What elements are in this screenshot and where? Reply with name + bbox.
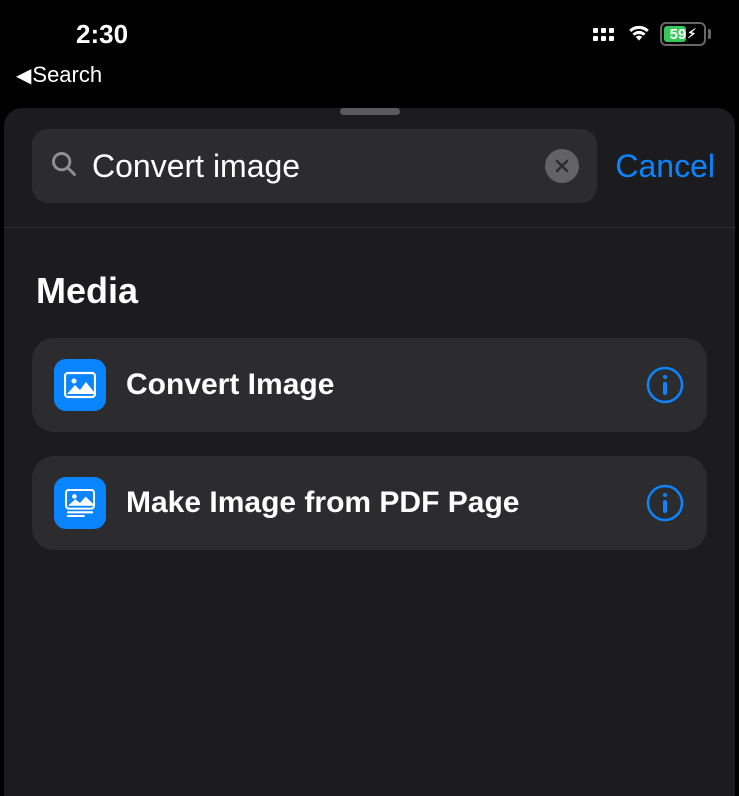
- back-navigation[interactable]: ◀︎ Search: [16, 62, 723, 88]
- charging-icon: ⚡︎: [687, 26, 696, 42]
- section-title-media: Media: [32, 270, 707, 312]
- action-label: Convert Image: [126, 368, 625, 402]
- photo-pdf-icon: [54, 477, 106, 529]
- status-time: 2:30: [28, 19, 128, 50]
- photo-icon: [54, 359, 106, 411]
- action-list: Convert Image: [32, 338, 707, 550]
- status-right: 59 ⚡︎: [593, 22, 711, 47]
- cancel-button[interactable]: Cancel: [615, 148, 715, 185]
- action-label: Make Image from PDF Page: [126, 486, 625, 520]
- clear-search-button[interactable]: [545, 149, 579, 183]
- search-icon: [50, 150, 78, 183]
- search-row: Cancel: [4, 129, 735, 228]
- battery-icon: 59 ⚡︎: [660, 22, 711, 46]
- wifi-icon: [626, 22, 652, 47]
- status-indicator-icon: [593, 28, 614, 41]
- info-button[interactable]: [645, 483, 685, 523]
- back-label: Search: [32, 62, 102, 88]
- action-convert-image[interactable]: Convert Image: [32, 338, 707, 432]
- status-bar: 2:30 59 ⚡︎: [0, 0, 739, 56]
- search-field[interactable]: [32, 129, 597, 203]
- search-sheet: Cancel Media Convert Image: [4, 108, 735, 796]
- action-make-image-from-pdf[interactable]: Make Image from PDF Page: [32, 456, 707, 550]
- battery-percent: 59: [670, 26, 687, 43]
- search-input[interactable]: [92, 148, 531, 185]
- results-content: Media Convert Image: [4, 228, 735, 550]
- sheet-grabber[interactable]: [340, 108, 400, 115]
- chevron-left-icon: ◀︎: [16, 63, 31, 88]
- info-button[interactable]: [645, 365, 685, 405]
